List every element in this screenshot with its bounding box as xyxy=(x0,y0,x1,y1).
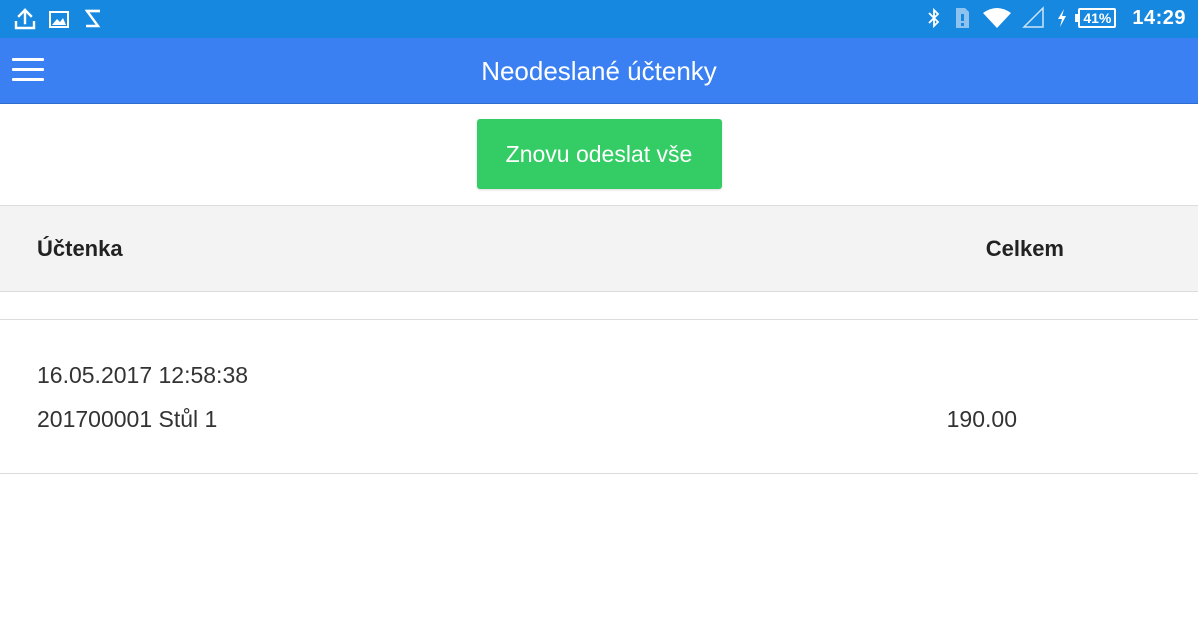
status-bar-system: 41% 14:29 xyxy=(926,6,1186,30)
resend-all-button[interactable]: Znovu odeslat vše xyxy=(476,119,722,189)
table-header: Účtenka Celkem xyxy=(0,205,1198,292)
column-header-total: Celkem xyxy=(985,236,1064,261)
status-bar: 41% 14:29 xyxy=(0,0,1198,38)
receipt-date: 16.05.2017 12:58:38 xyxy=(37,362,249,388)
image-icon xyxy=(49,11,69,28)
table-row[interactable]: 16.05.2017 12:58:38 201700001 Stůl 1 190… xyxy=(0,319,1198,474)
battery-indicator: 41% xyxy=(1075,8,1117,28)
bluetooth-icon xyxy=(928,7,940,29)
status-time: 14:29 xyxy=(1132,6,1186,29)
wifi-icon xyxy=(983,8,1012,28)
upload-icon xyxy=(14,8,36,30)
signal-icon xyxy=(1022,6,1045,28)
app-bar: Neodeslané účtenky xyxy=(0,38,1198,104)
receipt-total: 190.00 xyxy=(946,406,1017,432)
actions-bar: Znovu odeslat vše xyxy=(0,119,1198,189)
sim-icon xyxy=(956,8,970,28)
s-logo-icon xyxy=(84,9,101,28)
page-title: Neodeslané účtenky xyxy=(481,56,717,86)
charging-icon xyxy=(1058,9,1067,27)
column-header-receipt: Účtenka xyxy=(37,236,123,261)
status-bar-notifications xyxy=(14,7,104,31)
receipt-name: 201700001 Stůl 1 xyxy=(37,406,218,432)
